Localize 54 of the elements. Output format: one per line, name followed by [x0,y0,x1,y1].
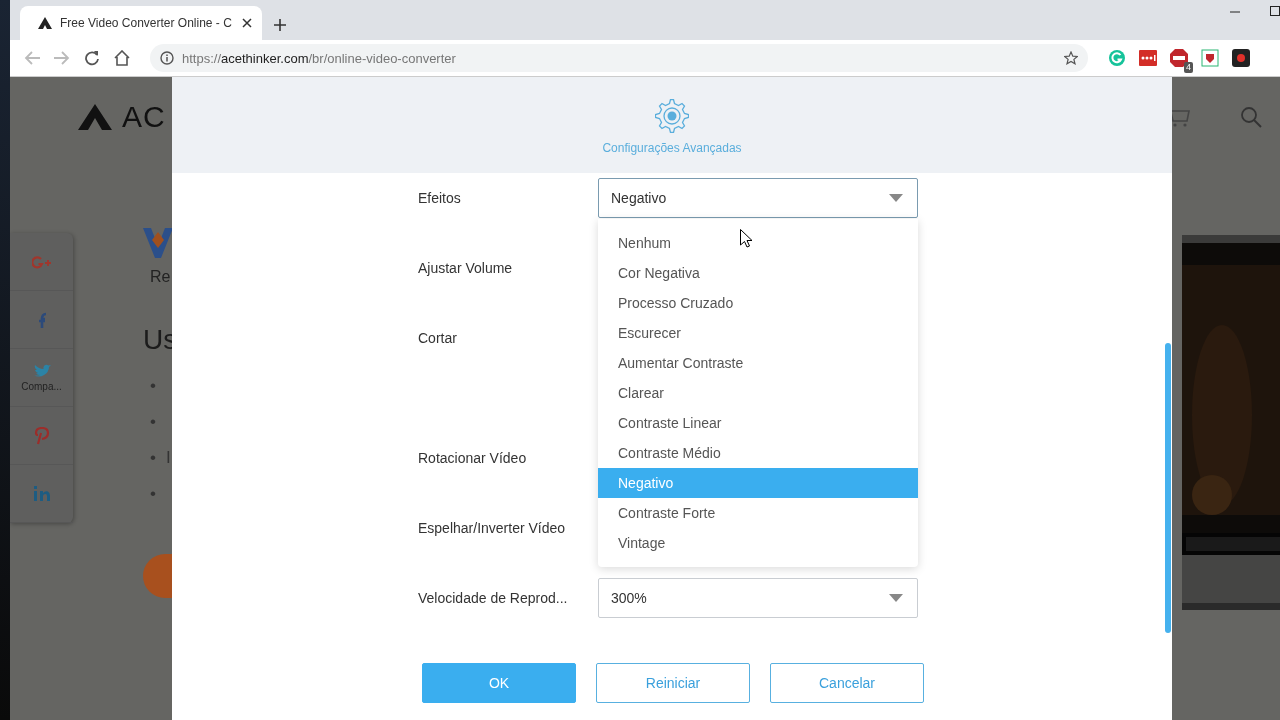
triangle-logo-icon [38,17,52,29]
menu-option[interactable]: Escurecer [598,318,918,348]
plus-icon[interactable] [274,19,286,31]
bullet-mark: • [150,448,156,468]
info-icon [160,51,174,65]
menu-option[interactable]: Processo Cruzado [598,288,918,318]
cursor-icon [740,229,752,248]
field-label: Cortar [418,329,458,348]
tab-title: Free Video Converter Online - C [60,16,233,30]
bullet-mark: • [150,412,156,432]
caret-icon [889,194,903,202]
menu-option[interactable]: Clarear [598,378,918,408]
back-arrow-icon[interactable] [24,51,40,65]
site-logo-text: AC [122,99,166,134]
browser-tab[interactable]: Free Video Converter Online - C [20,6,262,40]
v-logo-icon [143,228,173,258]
triangle-logo-icon [78,103,112,130]
field-label: Efeitos [418,189,462,208]
reload-icon[interactable] [84,50,100,66]
octagon-extension-icon[interactable] [1170,49,1188,67]
menu-option[interactable]: Contraste Forte [598,498,918,528]
caret-icon [889,594,903,602]
field-label: Velocidade de Reprod... [418,589,569,608]
record-extension-icon[interactable] [1232,49,1250,67]
search-icon[interactable] [1240,105,1262,128]
field-label: Rotacionar Vídeo [418,449,528,468]
menu-option[interactable]: Contraste Médio [598,438,918,468]
forward-arrow-icon[interactable] [54,51,70,65]
menu-option[interactable]: Contraste Linear [598,408,918,438]
extension-badge: 4 [1184,62,1193,73]
bullet-mark: • [150,484,156,504]
url-text: https://acethinker.com/br/online-video-converter [182,50,457,66]
menu-option[interactable]: Aumentar Contraste [598,348,918,378]
menu-option[interactable]: Vintage [598,528,918,558]
bullet-mark: • [150,376,156,396]
gear-icon [655,99,689,133]
home-icon[interactable] [114,50,130,66]
star-icon[interactable] [1064,51,1078,65]
dropdown[interactable]: Negativo [598,178,918,218]
circle-extension-icon[interactable] [1108,49,1126,67]
menu-option[interactable]: Cor Negativa [598,258,918,288]
dots-extension-icon[interactable] [1139,50,1157,66]
address-bar[interactable]: https://acethinker.com/br/online-video-converter [150,44,1088,72]
dialog-title: Configurações Avançadas [602,141,742,155]
dropdown[interactable]: 300% [598,578,918,618]
scrollbar-thumb[interactable] [1165,343,1171,633]
share-label: Compa... [21,380,62,392]
page-subtitle: Re [150,268,172,286]
close-icon[interactable] [242,18,252,28]
field-label: Espelhar/Inverter Vídeo [418,519,567,538]
maximize-icon[interactable] [1270,6,1280,16]
field-label: Ajustar Volume [418,259,514,278]
shield-extension-icon[interactable] [1201,49,1219,67]
menu-option[interactable]: Nenhum [598,228,918,258]
